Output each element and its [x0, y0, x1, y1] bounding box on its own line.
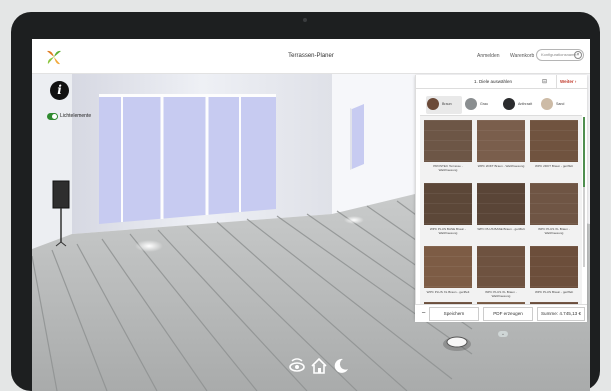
board-tile[interactable]: WPC 2DKT Braun - Walzfraesung	[477, 120, 525, 178]
board-tile[interactable]: WPC PLUS Braun - geriffelt	[530, 246, 578, 304]
board-tile[interactable]: WPC 2DKT Braun - geriffelt	[530, 120, 578, 178]
board-swatch	[477, 120, 525, 162]
config-name-placeholder: Konfigurationsname	[541, 52, 577, 57]
chevron-down-icon[interactable]: ⌄	[498, 331, 508, 337]
color-dot	[503, 98, 515, 110]
board-selection-panel: 1. Diele auswählen ⊟ Weiter › Braun Grau…	[415, 75, 588, 337]
cart-link[interactable]: Warenkorb	[510, 53, 534, 59]
minus-icon[interactable]: −	[419, 307, 428, 321]
panel-action-bar: − Speichern PDF erzeugen Summe: 4.745,13…	[415, 304, 587, 322]
next-button-label: Weiter	[560, 79, 574, 84]
home-icon[interactable]	[310, 357, 328, 375]
total-sum: Summe: 4.745,13 €	[537, 307, 585, 321]
board-tile[interactable]: PROSTEC Terrasse - Walzfraesung	[424, 120, 472, 178]
board-label: WPC PLUS BASE Braun - geriffelt	[477, 227, 525, 231]
config-name-input[interactable]: Konfigurationsname ×	[536, 49, 584, 61]
tab-sand[interactable]: Sand	[540, 96, 576, 114]
board-tile[interactable]: WPC PLUS XL Braun - Walzfraesung	[477, 246, 525, 304]
board-grid: PROSTEC Terrasse - Walzfraesung WPC 2DKT…	[420, 115, 582, 307]
tab-label: Grau	[480, 102, 488, 106]
laptop-frame: Terrassen-Planer Anmelden Warenkorb Konf…	[11, 12, 600, 391]
board-swatch	[477, 183, 525, 225]
board-label: WPC PLUS XL Braun - Walzfraesung	[485, 290, 517, 298]
tab-label: Braun	[442, 102, 452, 106]
board-swatch	[530, 183, 578, 225]
color-dot	[465, 98, 477, 110]
panel-header: 1. Diele auswählen ⊟ Weiter ›	[416, 75, 588, 89]
info-button[interactable]: i	[50, 81, 69, 100]
tab-grau[interactable]: Grau	[464, 96, 500, 114]
pdf-button[interactable]: PDF erzeugen	[483, 307, 533, 321]
app-header: Terrassen-Planer Anmelden Warenkorb Konf…	[32, 39, 590, 74]
toggle-knob	[52, 114, 57, 119]
app-screen: Terrassen-Planer Anmelden Warenkorb Konf…	[32, 39, 590, 391]
board-tile[interactable]: WPC PLUS BASE Braun - Walzfraesung	[424, 183, 472, 241]
panel-scrollbar[interactable]	[583, 117, 585, 267]
tab-braun[interactable]: Braun	[426, 96, 462, 114]
board-swatch	[530, 246, 578, 288]
board-label: WPC PLUS BASE Braun - Walzfraesung	[429, 227, 467, 235]
lights-toggle-label: Lichtelemente	[60, 113, 92, 119]
scrollbar-thumb[interactable]	[583, 117, 585, 187]
tab-label: Anthrazit	[518, 102, 533, 106]
night-mode-icon[interactable]	[332, 357, 350, 375]
lights-toggle[interactable]	[47, 113, 58, 120]
tab-label: Sand	[556, 102, 565, 106]
color-filter-tabs: Braun Grau Anthrazit Sand	[426, 96, 576, 116]
login-link[interactable]: Anmelden	[477, 53, 500, 59]
camera-dot	[303, 18, 307, 22]
save-button[interactable]: Speichern	[429, 307, 479, 321]
step-title: 1. Diele auswählen	[474, 79, 513, 84]
board-label: WPC PLUS Braun - geriffelt	[534, 290, 574, 294]
tab-anthrazit[interactable]: Anthrazit	[502, 96, 538, 114]
color-dot	[427, 98, 439, 110]
close-icon[interactable]: ×	[574, 51, 582, 59]
board-label: WPC 2DKT Braun - Walzfraesung	[477, 164, 525, 168]
view-toolbar	[288, 357, 348, 377]
board-tile[interactable]: WPC PLUS BASE Braun - geriffelt	[477, 183, 525, 241]
rotate-eye-icon[interactable]	[288, 357, 306, 375]
minimize-icon[interactable]: ⊟	[542, 78, 547, 85]
board-swatch	[424, 183, 472, 225]
board-swatch	[424, 120, 472, 162]
board-swatch	[477, 246, 525, 288]
board-tile[interactable]: WPC PLUS XL Braun - geriffelt	[424, 246, 472, 304]
board-label: PROSTEC Terrasse - Walzfraesung	[433, 164, 463, 172]
board-swatch	[424, 246, 472, 288]
next-button[interactable]: Weiter ›	[556, 75, 588, 89]
board-tile[interactable]: WPC PLUS XL Braun - Walzfraesung	[530, 183, 578, 241]
board-label: WPC PLUS XL Braun - Walzfraesung	[538, 227, 570, 235]
color-dot	[541, 98, 553, 110]
board-label: WPC 2DKT Braun - geriffelt	[535, 164, 573, 168]
board-swatch	[530, 120, 578, 162]
app-title: Terrassen-Planer	[288, 53, 334, 59]
board-label: WPC PLUS XL Braun - geriffelt	[426, 290, 470, 294]
